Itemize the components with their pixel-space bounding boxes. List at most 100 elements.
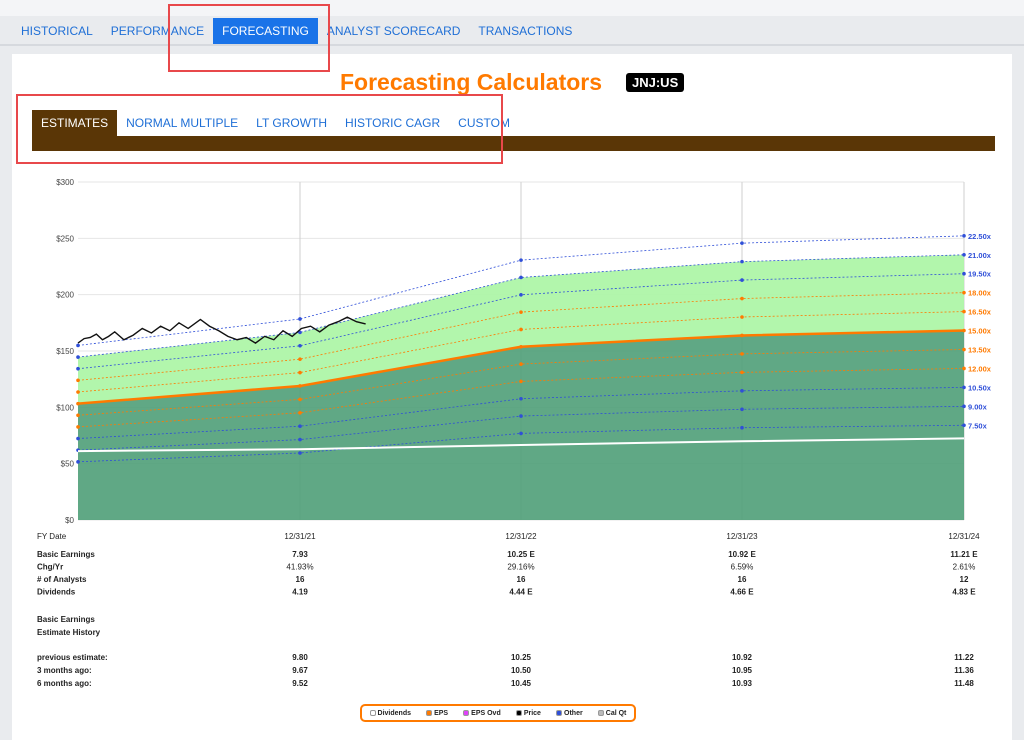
multiple-point xyxy=(962,271,966,276)
multiple-point xyxy=(76,390,80,394)
multiple-point xyxy=(962,404,966,409)
history-cell: 9.67 xyxy=(292,666,308,675)
multiple-point xyxy=(962,328,966,333)
multiple-point xyxy=(740,352,744,356)
table-cell: 29.16% xyxy=(507,563,534,572)
legend-item: Cal Qt xyxy=(597,709,627,717)
table-cell: 4.66 E xyxy=(730,588,754,597)
table-cell: 10.25 E xyxy=(507,550,535,559)
table-cell: 10.92 E xyxy=(728,550,756,559)
legend-item: EPS Ovd xyxy=(463,710,501,717)
multiple-label: 19.50x xyxy=(968,270,992,279)
y-tick-label: $200 xyxy=(56,291,74,300)
legend-item: Dividends xyxy=(369,709,411,717)
history-cell: 9.52 xyxy=(292,679,308,688)
multiple-point xyxy=(76,413,80,418)
multiple-point xyxy=(519,414,523,418)
multiple-point xyxy=(962,366,966,371)
multiple-point xyxy=(76,425,80,429)
legend-label: Dividends xyxy=(377,709,411,717)
multiple-point xyxy=(740,333,744,338)
y-tick-label: $0 xyxy=(65,516,74,525)
multiple-point xyxy=(298,343,302,348)
history-cell: 11.48 xyxy=(954,679,974,688)
table-cell: 4.83 E xyxy=(952,588,976,597)
history-cell: 10.45 xyxy=(511,679,532,688)
multiple-point xyxy=(962,234,966,238)
multiple-point xyxy=(76,355,80,359)
y-tick-label: $150 xyxy=(56,347,74,356)
history-cell: 10.50 xyxy=(511,666,532,675)
multiple-point xyxy=(740,425,744,430)
x-tick-label: 12/31/21 xyxy=(284,532,316,541)
table-cell: 11.21 E xyxy=(950,550,978,559)
multiple-label: 18.00x xyxy=(968,289,992,298)
multiple-point xyxy=(76,401,80,406)
table-cell: 16 xyxy=(517,575,526,584)
legend-item: Other xyxy=(556,710,583,717)
multiple-point xyxy=(519,379,523,384)
multiple-point xyxy=(740,389,744,393)
history-subtitle: Estimate History xyxy=(37,628,101,637)
legend-swatch xyxy=(556,710,563,716)
table-row-label: Dividends xyxy=(37,588,76,597)
x-tick-label: 12/31/23 xyxy=(726,532,758,541)
x-tick-label: 12/31/22 xyxy=(505,532,537,541)
multiple-point xyxy=(298,370,302,375)
multiple-point xyxy=(298,424,302,428)
multiple-point xyxy=(519,310,523,314)
multiple-point xyxy=(962,309,966,314)
multiple-point xyxy=(962,347,966,352)
y-tick-label: $50 xyxy=(61,460,75,469)
legend-swatch xyxy=(463,710,470,716)
multiple-point xyxy=(519,293,523,297)
multiple-point xyxy=(298,397,302,402)
multiple-point xyxy=(519,431,523,436)
multiple-point xyxy=(519,344,523,349)
multiple-point xyxy=(740,370,744,375)
table-cell: 16 xyxy=(738,575,747,584)
legend-label: EPS Ovd xyxy=(471,709,501,717)
legend-label: Other xyxy=(564,709,583,717)
multiple-point xyxy=(76,378,80,383)
table-cell: 2.61% xyxy=(953,563,976,572)
multiple-point xyxy=(962,385,966,390)
forecast-chart: $0 $50 $100 $150 $200 $250 $300 22.50x 21.00x 19.… xyxy=(37,178,992,688)
multiple-label: 9.00x xyxy=(968,402,988,411)
multiple-point xyxy=(298,451,302,455)
table-cell: 12 xyxy=(960,575,969,584)
history-row-label: 6 months ago: xyxy=(37,679,92,688)
table-row-label: Basic Earnings xyxy=(37,550,95,559)
multiple-point xyxy=(740,296,744,301)
multiple-point xyxy=(962,290,966,295)
table-row-label: # of Analysts xyxy=(37,575,87,584)
legend-item: Price xyxy=(515,710,541,717)
legend-label: Cal Qt xyxy=(605,709,627,717)
table-cell: 41.93% xyxy=(286,563,313,572)
multiple-point xyxy=(519,275,523,280)
multiple-point xyxy=(76,366,80,371)
multiple-point xyxy=(519,362,523,366)
multiple-point xyxy=(740,259,744,264)
table-cell: 16 xyxy=(296,575,305,584)
history-title: Basic Earnings xyxy=(37,615,95,624)
history-cell: 9.80 xyxy=(292,653,308,662)
multiple-point xyxy=(519,327,523,332)
multiple-point xyxy=(740,407,744,412)
y-tick-label: $100 xyxy=(56,403,74,412)
multiple-point xyxy=(740,241,744,245)
table-cell: 6.59% xyxy=(731,563,754,572)
history-cell: 11.22 xyxy=(954,653,974,662)
history-cell: 10.25 xyxy=(511,653,532,662)
multiple-point xyxy=(298,410,302,415)
multiple-point xyxy=(519,396,523,401)
multiple-point xyxy=(740,315,744,319)
multiple-label: 12.00x xyxy=(968,364,992,373)
y-tick-label: $300 xyxy=(56,178,74,187)
history-cell: 11.36 xyxy=(954,666,974,675)
history-cell: 10.95 xyxy=(732,666,753,675)
table-cell: 4.44 E xyxy=(509,588,533,597)
table-cell: 7.93 xyxy=(292,550,308,559)
multiple-point xyxy=(962,252,966,257)
multiple-point xyxy=(519,258,523,262)
